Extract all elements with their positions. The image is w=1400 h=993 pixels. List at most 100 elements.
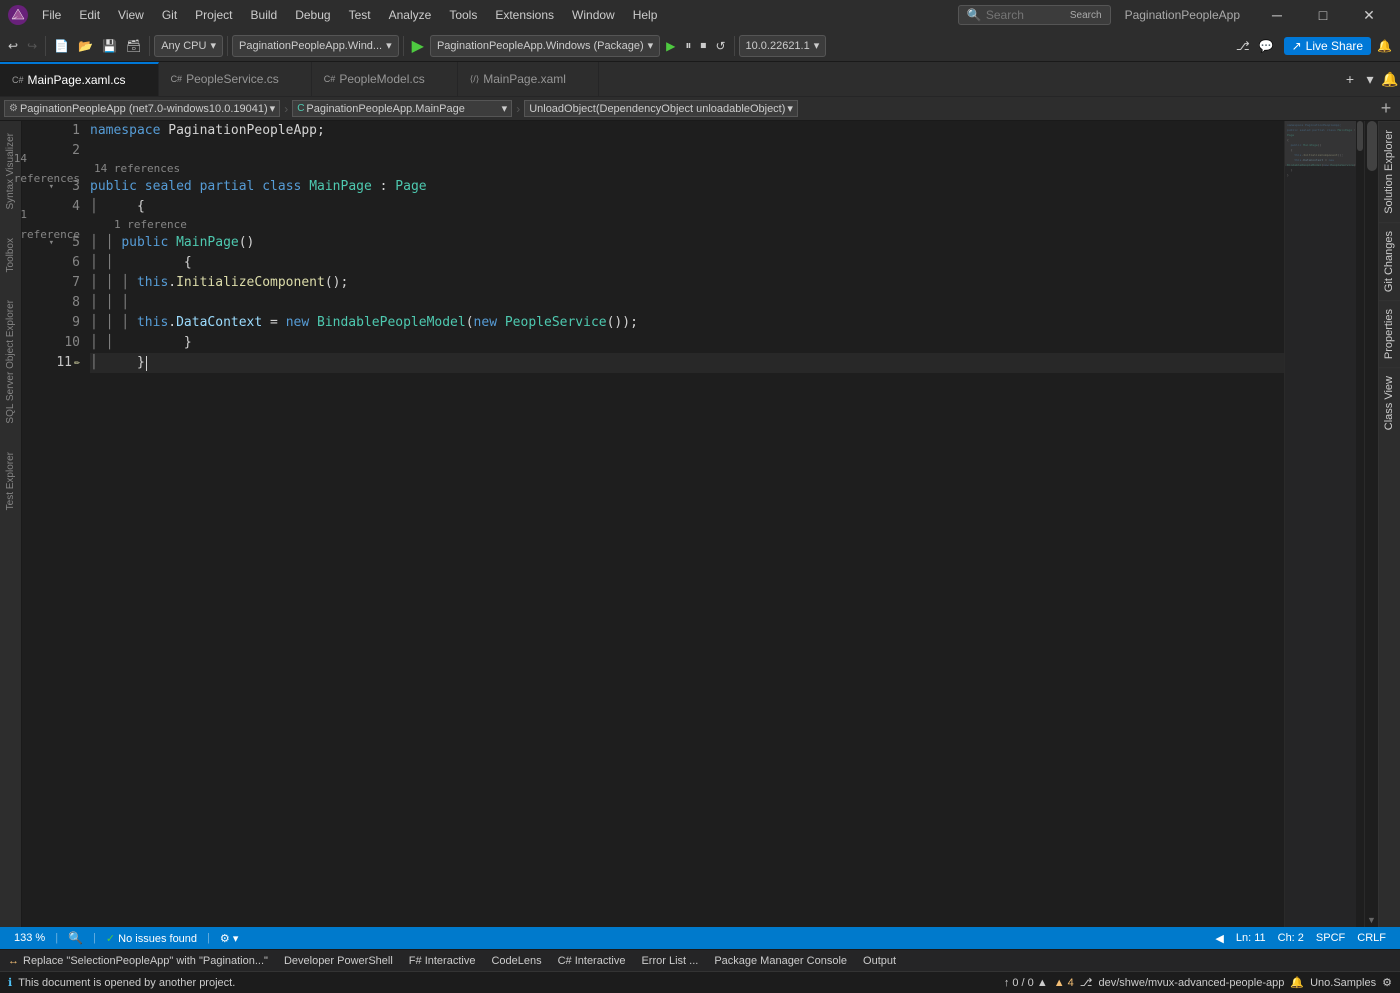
- menu-window[interactable]: Window: [564, 4, 623, 26]
- sidebar-test-explorer[interactable]: Test Explorer: [3, 448, 18, 514]
- new-file-button[interactable]: 📄: [50, 37, 73, 55]
- linenum-11: 11: [48, 353, 72, 373]
- git-button[interactable]: ⎇: [1232, 37, 1254, 55]
- live-share-button[interactable]: ↗ Live Share: [1284, 37, 1371, 55]
- status-sep-3: |: [207, 932, 210, 944]
- nav-bar: ⚙ PaginationPeopleApp (net7.0-windows10.…: [0, 97, 1400, 121]
- tab-people-model[interactable]: C# PeopleModel.cs ✕: [312, 62, 458, 97]
- line-ending-status[interactable]: CRLF: [1351, 932, 1392, 944]
- search-input[interactable]: [986, 8, 1066, 22]
- menu-build[interactable]: Build: [243, 4, 286, 26]
- run-button[interactable]: ▶: [408, 34, 428, 58]
- redo-button[interactable]: ↪: [23, 37, 41, 55]
- notifications-panel-button[interactable]: 🔔: [1380, 69, 1400, 89]
- sidebar-sql-server[interactable]: SQL Server Object Explorer: [3, 296, 18, 428]
- platform-dropdown[interactable]: Any CPU ▾: [154, 35, 223, 57]
- class-nav-dropdown[interactable]: C PaginationPeopleApp.MainPage ▾: [292, 100, 512, 117]
- ch-status[interactable]: Ch: 2: [1272, 932, 1310, 944]
- zoom-level[interactable]: 133 %: [8, 932, 51, 944]
- scroll-indicator[interactable]: ◀: [1209, 932, 1229, 945]
- tab-icon-cs-0: C#: [12, 75, 24, 85]
- line-number-gutter: ▸ 1 ▸ 2 14 references ▾ 3 ▸ 4 1 referenc…: [22, 121, 86, 927]
- menu-git[interactable]: Git: [154, 4, 185, 26]
- debug-button[interactable]: ▶: [662, 37, 679, 55]
- issues-status[interactable]: ✓ No issues found: [100, 932, 203, 945]
- framework-dropdown[interactable]: 10.0.22621.1 ▾: [739, 35, 827, 57]
- git-changes-panel[interactable]: Git Changes: [1379, 222, 1400, 300]
- encoding-status[interactable]: SPCF: [1310, 932, 1351, 944]
- vertical-scrollbar-thumb[interactable]: [1367, 121, 1377, 171]
- output-label[interactable]: Output: [863, 955, 896, 967]
- fold-3[interactable]: ▾: [49, 177, 54, 197]
- cursor-edit-icon: ✏: [74, 353, 80, 373]
- roslyn-status[interactable]: ⚙ ▾: [214, 932, 244, 945]
- restart-button[interactable]: ↺: [711, 37, 729, 55]
- pause-button[interactable]: ⏸: [681, 36, 695, 55]
- minimap-scrollbar-thumb[interactable]: [1357, 121, 1363, 151]
- package-manager-label[interactable]: Package Manager Console: [714, 955, 847, 967]
- project-nav-dropdown[interactable]: ⚙ PaginationPeopleApp (net7.0-windows10.…: [4, 100, 280, 117]
- properties-panel[interactable]: Properties: [1379, 300, 1400, 367]
- menu-help[interactable]: Help: [625, 4, 666, 26]
- project-nav-icon: ⚙: [9, 103, 18, 114]
- undo-button[interactable]: ↩: [4, 37, 22, 55]
- linenum-10: 10: [56, 333, 80, 353]
- gutter-line-10: ▸ 10: [22, 333, 86, 353]
- tab-mainpage-xaml[interactable]: ⟨/⟩ MainPage.xaml ✕: [458, 62, 599, 97]
- search-box[interactable]: 🔍 Search: [958, 5, 1111, 25]
- scroll-down-arrow[interactable]: ▼: [1365, 913, 1378, 927]
- open-file-button[interactable]: 📂: [74, 37, 97, 55]
- code-line-2: [90, 141, 1284, 161]
- title-bar: File Edit View Git Project Build Debug T…: [0, 0, 1400, 30]
- zoom-icon[interactable]: 🔍: [62, 931, 89, 945]
- target-dropdown[interactable]: PaginationPeopleApp.Windows (Package) ▾: [430, 35, 660, 57]
- menu-view[interactable]: View: [110, 4, 152, 26]
- fold-5[interactable]: ▾: [49, 233, 54, 253]
- code-line-11: │ }: [90, 353, 1284, 373]
- menu-edit[interactable]: Edit: [71, 4, 108, 26]
- new-tab-button[interactable]: +: [1340, 69, 1360, 89]
- notif-info-icon: ℹ: [8, 976, 12, 989]
- vertical-scrollbar-track[interactable]: ▼: [1364, 121, 1378, 927]
- linenum-9: 9: [56, 313, 80, 333]
- stop-button[interactable]: ⏹: [696, 36, 710, 55]
- csharp-interactive-label[interactable]: C# Interactive: [558, 955, 626, 967]
- menu-analyze[interactable]: Analyze: [381, 4, 440, 26]
- menu-debug[interactable]: Debug: [287, 4, 338, 26]
- tab-people-service[interactable]: C# PeopleService.cs ✕: [159, 62, 312, 97]
- search-label: Search: [1070, 10, 1102, 21]
- notifications-button[interactable]: 🔔: [1373, 37, 1396, 55]
- solution-explorer-panel[interactable]: Solution Explorer: [1379, 121, 1400, 222]
- notif-text: This document is opened by another proje…: [18, 977, 235, 989]
- method-nav-dropdown[interactable]: UnloadObject(DependencyObject unloadable…: [524, 100, 798, 117]
- replace-message: Replace "SelectionPeopleApp" with "Pagin…: [23, 955, 268, 967]
- save-all-button[interactable]: 🗃: [122, 37, 145, 55]
- sidebar-syntax-visualizer[interactable]: Syntax Visualizer: [3, 129, 18, 214]
- close-button[interactable]: ✕: [1346, 0, 1392, 30]
- tab-mainpage-xaml-cs[interactable]: C# MainPage.xaml.cs ✕: [0, 62, 159, 97]
- powertools-label[interactable]: Developer PowerShell: [284, 955, 393, 967]
- codelens-label[interactable]: CodeLens: [491, 955, 541, 967]
- menu-extensions[interactable]: Extensions: [487, 4, 562, 26]
- menu-tools[interactable]: Tools: [441, 4, 485, 26]
- git-branch-name: dev/shwe/mvux-advanced-people-app: [1098, 977, 1284, 989]
- maximize-button[interactable]: □: [1300, 0, 1346, 30]
- toolbar: ↩ ↪ 📄 📂 💾 🗃 Any CPU ▾ PaginationPeopleAp…: [0, 30, 1400, 62]
- error-list-label[interactable]: Error List ...: [641, 955, 698, 967]
- tab-overflow-button[interactable]: ▾: [1360, 69, 1380, 89]
- fsharp-interactive-label[interactable]: F# Interactive: [409, 955, 476, 967]
- nav-add-button[interactable]: +: [1376, 99, 1396, 119]
- menu-file[interactable]: File: [34, 4, 69, 26]
- feedback-button[interactable]: 💬: [1255, 37, 1278, 55]
- code-editor[interactable]: namespace PaginationPeopleApp; 14 refere…: [86, 121, 1284, 927]
- ln-status[interactable]: Ln: 11: [1230, 932, 1272, 944]
- project-dropdown[interactable]: PaginationPeopleApp.Wind... ▾: [232, 35, 399, 57]
- sidebar-toolbox[interactable]: Toolbox: [3, 234, 18, 276]
- menu-test[interactable]: Test: [341, 4, 379, 26]
- save-button[interactable]: 💾: [98, 37, 121, 55]
- minimap-scrollbar-track: [1356, 121, 1364, 927]
- minimize-button[interactable]: ─: [1254, 0, 1300, 30]
- class-view-panel[interactable]: Class View: [1379, 367, 1400, 438]
- menu-project[interactable]: Project: [187, 4, 240, 26]
- code-line-6: │ │ {: [90, 253, 1284, 273]
